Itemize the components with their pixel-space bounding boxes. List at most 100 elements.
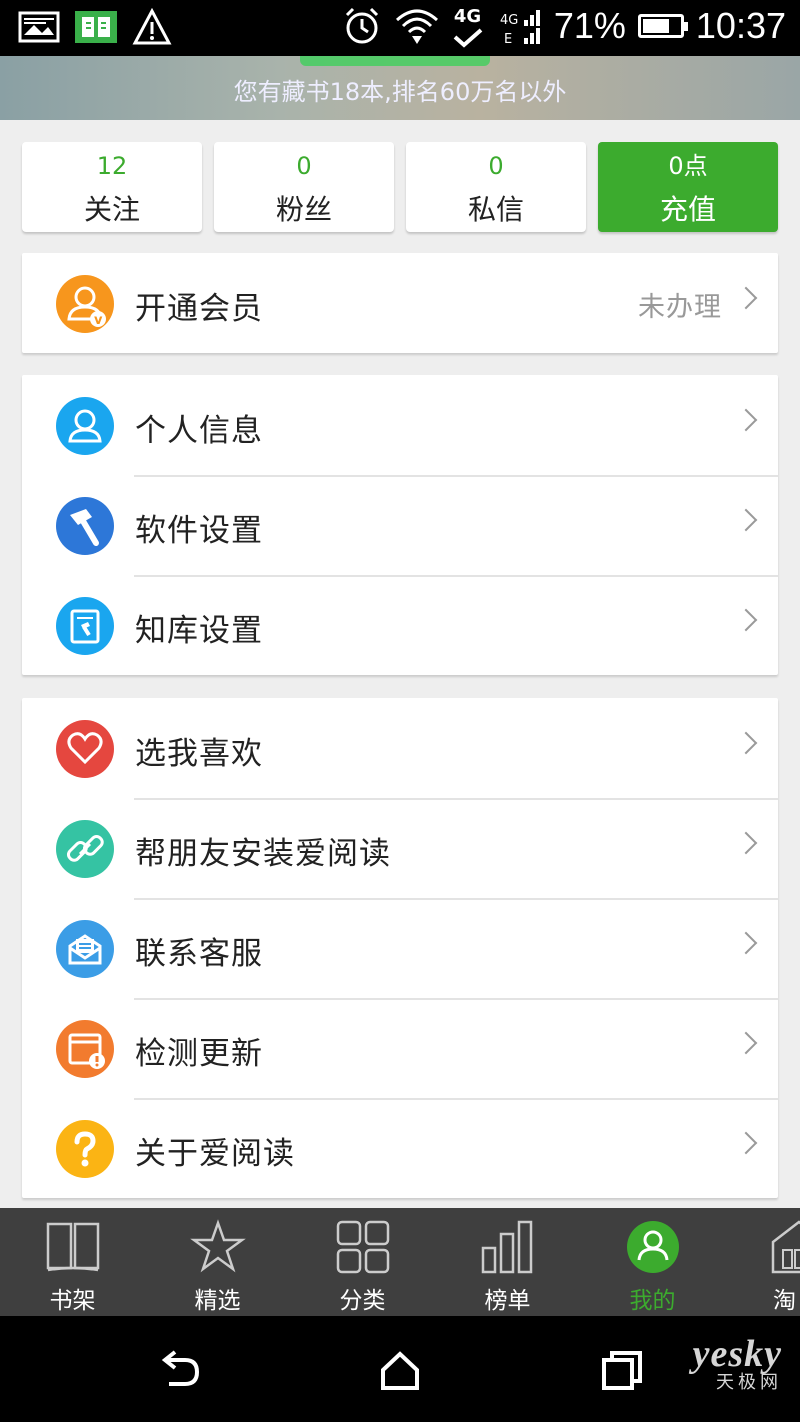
tab-bookshelf[interactable]: 书架 [0,1208,145,1316]
watermark-logo: yesky 天极网 [693,1332,782,1394]
hammer-icon [56,497,114,555]
signal-icon: 4G E [500,10,540,46]
bar-chart-icon [479,1218,537,1276]
stat-messages-button[interactable]: 0 私信 [406,142,586,232]
star-icon [189,1218,247,1276]
back-button[interactable] [155,1346,205,1396]
home-icon [381,1351,419,1390]
system-nav-bar: yesky 天极网 [0,1316,800,1422]
settings-card: 个人信息 软件设置 知库设置 [22,375,778,675]
shop-icon [771,1218,800,1276]
collection-summary: 您有藏书18本,排名60万名以外 [233,78,567,106]
book-icon [44,1218,102,1276]
menu-label: 关于爱阅读 [135,1136,295,1172]
network-indicator: 4G [452,4,486,48]
tab-featured[interactable]: 精选 [145,1208,290,1316]
profile-banner: 您有藏书18本,排名60万名以外 [0,56,800,120]
stat-count: 12 [96,152,128,180]
svg-text:v: v [94,313,103,328]
tab-shop[interactable]: 淘 [725,1208,800,1316]
bottom-tab-bar: 书架 精选 分类 榜单 我的 淘 [0,1208,800,1316]
chevron-right-icon [734,731,758,755]
menu-item-library-settings[interactable]: 知库设置 [22,575,778,675]
chevron-right-icon [734,931,758,955]
banner-accent [300,56,490,66]
membership-label: 开通会员 [135,291,263,327]
user-icon [56,397,114,455]
stat-label: 充值 [659,193,716,226]
membership-row[interactable]: v 开通会员 未办理 [22,253,778,353]
tab-label: 分类 [339,1288,386,1314]
chevron-right-icon [734,831,758,855]
menu-label: 帮朋友安装爱阅读 [135,836,391,872]
menu-label: 知库设置 [135,613,263,649]
battery-percent: 71% [553,5,626,46]
membership-status: 未办理 [638,292,722,323]
tab-label: 精选 [194,1288,241,1314]
battery-fill [642,19,669,33]
menu-item-about[interactable]: 关于爱阅读 [22,1098,778,1198]
stat-fans-button[interactable]: 0 粉丝 [214,142,394,232]
stat-count: 0 [296,152,312,180]
status-bar: 4G 4G E 71% 10:37 [0,0,800,56]
menu-label: 软件设置 [135,513,263,549]
stat-count: 0 [488,152,504,180]
chevron-right-icon [734,608,758,632]
menu-label: 选我喜欢 [135,736,263,772]
svg-text:4G: 4G [500,13,518,28]
menu-item-customer-service[interactable]: 联系客服 [22,898,778,998]
grid-icon [334,1218,392,1276]
menu-item-software-settings[interactable]: 软件设置 [22,475,778,575]
chevron-right-icon [734,408,758,432]
wifi-icon [395,9,438,44]
notebook-icon [56,597,114,655]
stat-label: 关注 [83,193,140,226]
update-icon [56,1020,114,1078]
vip-user-icon: v [56,275,114,333]
stat-count: 0点 [668,152,708,180]
tab-label: 我的 [629,1288,676,1314]
misc-card: 选我喜欢 帮朋友安装爱阅读 联系客服 检测更新 关于爱阅读 [22,698,778,1198]
stat-label: 粉丝 [275,193,332,226]
menu-label: 检测更新 [135,1036,263,1072]
chevron-right-icon [734,1031,758,1055]
menu-item-favorites[interactable]: 选我喜欢 [22,698,778,798]
stat-label: 私信 [467,193,524,226]
stat-follow-button[interactable]: 12 关注 [22,142,202,232]
tab-label: 淘 [773,1288,796,1314]
chevron-right-icon [734,508,758,532]
profile-icon [624,1218,682,1276]
tab-label: 榜单 [484,1288,531,1314]
menu-item-share-install[interactable]: 帮朋友安装爱阅读 [22,798,778,898]
svg-text:E: E [504,32,512,46]
warning-icon [132,8,172,45]
menu-item-check-update[interactable]: 检测更新 [22,998,778,1098]
heart-icon [56,720,114,778]
recharge-button[interactable]: 0点 充值 [598,142,778,232]
menu-label: 联系客服 [135,936,263,972]
tab-label: 书架 [49,1288,96,1314]
recents-icon [602,1351,642,1390]
chevron-right-icon [734,286,758,310]
stats-row: 12 关注 0 粉丝 0 私信 0点 充值 [22,142,778,232]
reader-app-icon [75,11,117,43]
membership-card: v 开通会员 未办理 [22,253,778,353]
gallery-icon [18,11,60,43]
link-icon [56,820,114,878]
chevron-right-icon [734,1131,758,1155]
menu-item-personal-info[interactable]: 个人信息 [22,375,778,475]
mail-icon [56,920,114,978]
home-button[interactable] [375,1346,425,1396]
battery-icon [637,14,688,38]
back-icon [161,1350,200,1386]
recents-button[interactable] [598,1346,648,1396]
menu-label: 个人信息 [135,413,263,449]
tab-rankings[interactable]: 榜单 [435,1208,580,1316]
clock: 10:37 [695,5,786,46]
tab-categories[interactable]: 分类 [290,1208,435,1316]
tab-mine[interactable]: 我的 [580,1208,725,1316]
question-icon [56,1120,114,1178]
checkmark-icon [453,28,483,48]
network-label: 4G [453,6,482,27]
alarm-icon [345,7,378,44]
